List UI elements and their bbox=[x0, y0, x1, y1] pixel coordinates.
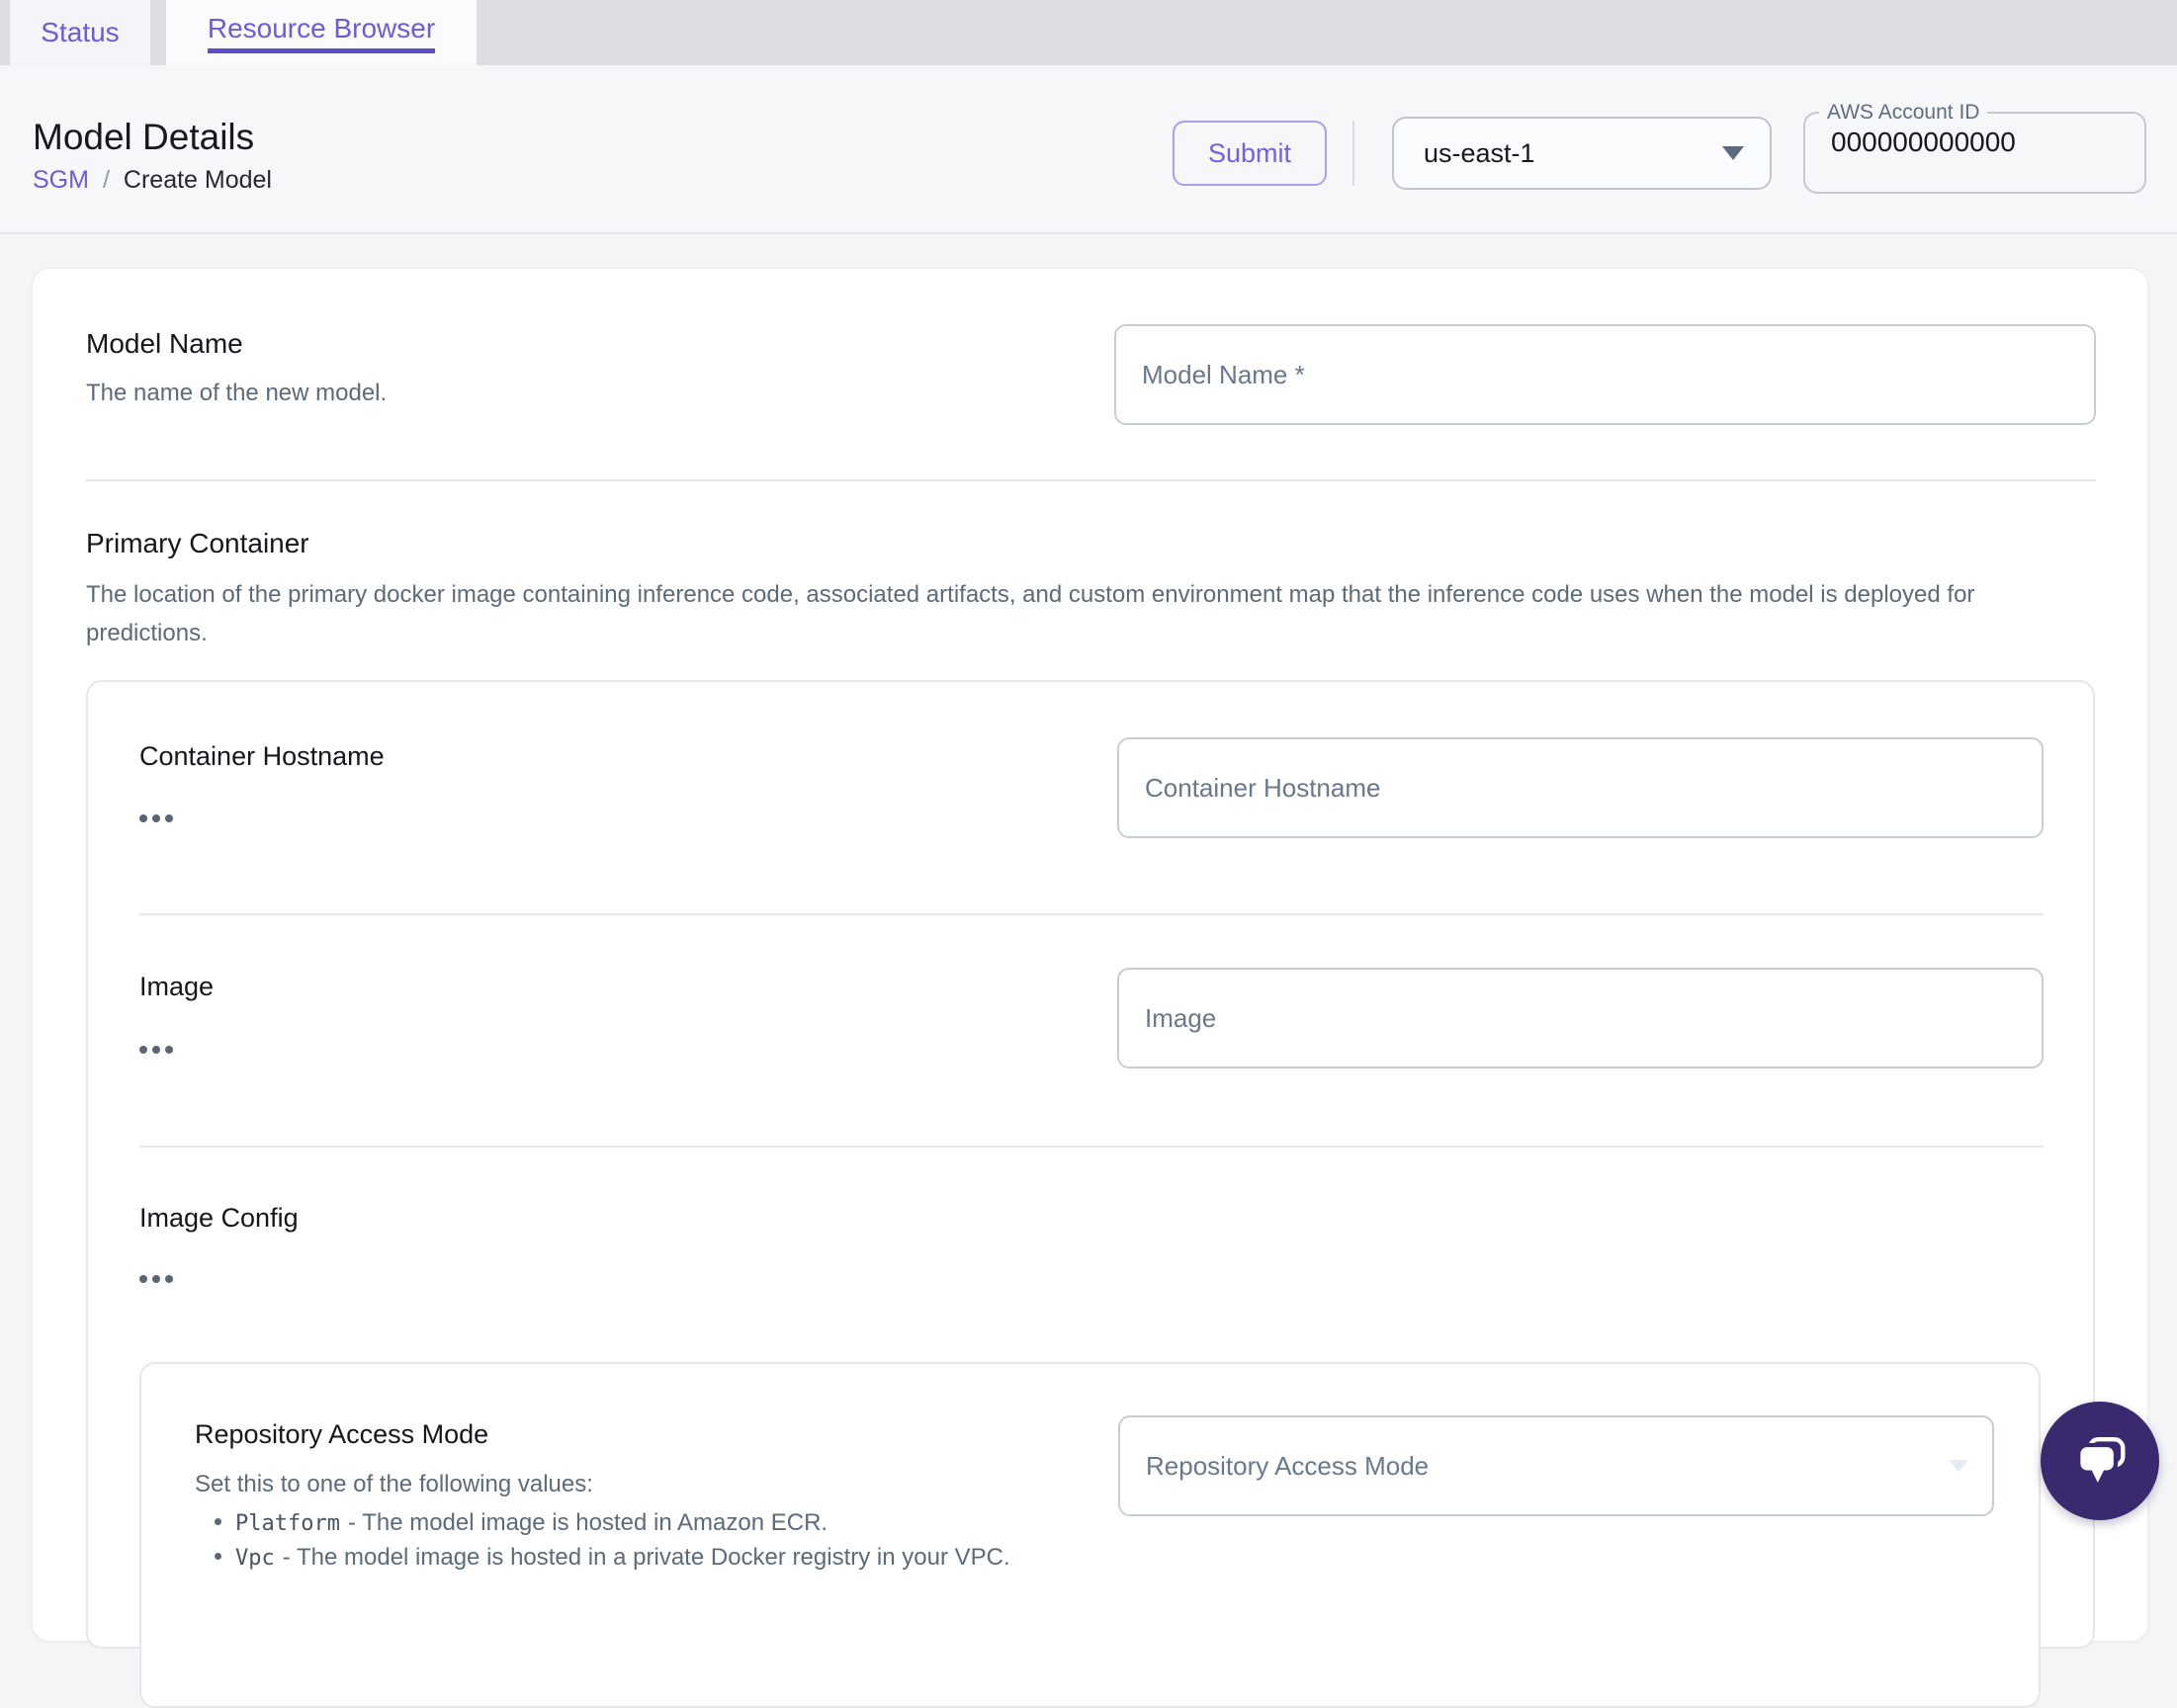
option-text: - The model image is hosted in a private… bbox=[282, 1544, 1010, 1571]
repository-access-mode-description: Set this to one of the following values: bbox=[195, 1471, 593, 1497]
container-hostname-more-icon[interactable] bbox=[139, 814, 173, 822]
model-name-description: The name of the new model. bbox=[86, 380, 388, 406]
model-name-label: Model Name bbox=[86, 328, 243, 359]
tab-status-label: Status bbox=[41, 17, 120, 47]
page-header: Model Details SGM / Create Model Submit … bbox=[0, 65, 2177, 234]
image-label: Image bbox=[139, 972, 215, 1001]
tab-status[interactable]: Status bbox=[10, 0, 150, 65]
list-item: Vpc - The model image is hosted in a pri… bbox=[215, 1541, 1010, 1576]
breadcrumb-separator: / bbox=[102, 166, 110, 194]
header-divider bbox=[1352, 121, 1354, 186]
field-divider bbox=[139, 1146, 2044, 1148]
primary-container-label: Primary Container bbox=[86, 528, 309, 558]
field-divider bbox=[139, 913, 2044, 915]
image-input[interactable] bbox=[1117, 968, 2044, 1068]
submit-button[interactable]: Submit bbox=[1173, 121, 1327, 186]
aws-account-id-label: AWS Account ID bbox=[1827, 101, 1980, 124]
repository-access-mode-select[interactable]: Repository Access Mode bbox=[1118, 1415, 1994, 1516]
container-hostname-label: Container Hostname bbox=[139, 741, 385, 771]
region-select-value: us-east-1 bbox=[1424, 137, 1535, 168]
image-config-more-icon[interactable] bbox=[139, 1275, 173, 1283]
section-divider bbox=[86, 479, 2096, 481]
primary-container-group: Container Hostname Image Image Config Re… bbox=[86, 680, 2095, 1708]
aws-account-id-field: AWS Account ID bbox=[1803, 101, 2146, 194]
option-code: Platform bbox=[235, 1511, 340, 1536]
option-code: Vpc bbox=[235, 1546, 275, 1571]
bullet-icon bbox=[215, 1553, 221, 1560]
bullet-icon bbox=[215, 1518, 221, 1525]
aws-account-id-input[interactable] bbox=[1831, 127, 2108, 158]
chevron-down-icon bbox=[1949, 1460, 1968, 1472]
repository-access-mode-label: Repository Access Mode bbox=[195, 1419, 489, 1449]
tab-resource-browser-label: Resource Browser bbox=[207, 13, 436, 53]
model-name-input[interactable] bbox=[1114, 324, 2096, 425]
container-hostname-input[interactable] bbox=[1117, 737, 2044, 838]
chat-bubbles-icon bbox=[2076, 1437, 2126, 1483]
image-config-group: Repository Access Mode Set this to one o… bbox=[139, 1362, 2041, 1708]
option-text: - The model image is hosted in Amazon EC… bbox=[347, 1509, 828, 1536]
chat-widget-button[interactable] bbox=[2041, 1402, 2159, 1520]
page-title: Model Details bbox=[33, 117, 255, 157]
image-config-label: Image Config bbox=[139, 1203, 299, 1233]
breadcrumb-current: Create Model bbox=[123, 166, 272, 194]
breadcrumb-root-link[interactable]: SGM bbox=[33, 166, 89, 195]
repository-access-mode-options: Platform - The model image is hosted in … bbox=[215, 1506, 1010, 1576]
primary-container-description: The location of the primary docker image… bbox=[86, 581, 1975, 646]
tab-bar: Status Resource Browser bbox=[0, 0, 2177, 65]
model-details-card: Model Name The name of the new model. Pr… bbox=[32, 268, 2148, 1708]
list-item: Platform - The model image is hosted in … bbox=[215, 1506, 1010, 1541]
chevron-down-icon bbox=[1722, 146, 1744, 160]
breadcrumb: SGM / Create Model bbox=[33, 166, 272, 195]
tab-resource-browser[interactable]: Resource Browser bbox=[166, 0, 477, 65]
repository-access-mode-placeholder: Repository Access Mode bbox=[1146, 1450, 1430, 1481]
image-more-icon[interactable] bbox=[139, 1046, 173, 1054]
region-select[interactable]: us-east-1 bbox=[1392, 117, 1772, 190]
